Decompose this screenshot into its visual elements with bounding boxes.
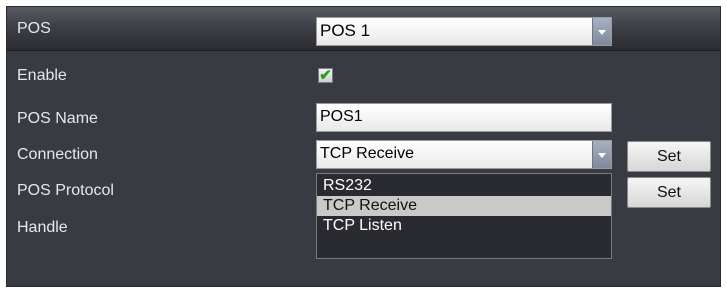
pos-name-input[interactable]: POS1 (316, 103, 612, 132)
header-title: POS (17, 20, 51, 37)
panel-header: POS POS 1 (7, 7, 720, 51)
pos-settings-panel: POS POS 1 Enable ✔ POS Name POS1 Connect… (6, 6, 721, 287)
connection-select-value: TCP Receive (320, 145, 414, 162)
pos-protocol-label: POS Protocol (17, 182, 114, 199)
connection-label: Connection (17, 146, 98, 163)
enable-label: Enable (17, 67, 67, 84)
pos-protocol-set-button[interactable]: Set (627, 177, 711, 208)
chevron-down-icon[interactable] (592, 18, 611, 45)
dropdown-option-tcp-listen[interactable]: TCP Listen (317, 216, 611, 236)
handle-label: Handle (17, 219, 68, 236)
dropdown-option-rs232[interactable]: RS232 (317, 176, 611, 196)
chevron-down-icon[interactable] (592, 141, 611, 168)
enable-checkbox[interactable]: ✔ (318, 68, 333, 83)
connection-select[interactable]: TCP Receive (316, 140, 612, 169)
connection-set-button[interactable]: Set (627, 141, 711, 172)
pos-name-label: POS Name (17, 110, 98, 127)
dropdown-option-tcp-receive[interactable]: TCP Receive (317, 196, 611, 216)
pos-select[interactable]: POS 1 (316, 17, 612, 46)
connection-dropdown-list[interactable]: RS232 TCP Receive TCP Listen (316, 173, 612, 259)
pos-select-value: POS 1 (320, 21, 371, 40)
check-icon: ✔ (319, 67, 332, 84)
pos-name-value: POS1 (320, 108, 363, 125)
